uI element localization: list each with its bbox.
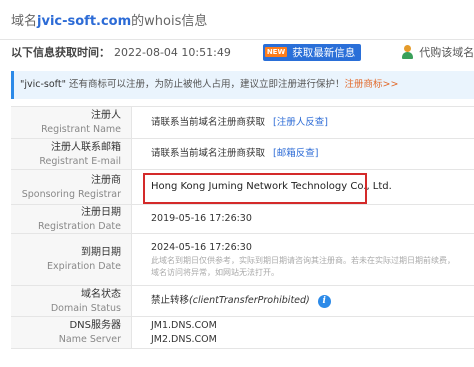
title-suffix: 的whois信息 — [131, 14, 208, 29]
label-zh: 域名状态 — [81, 288, 121, 300]
expiration-note: 此域名到期日仅供参考，实际到期日期请咨询其注册商。若未在实际过期日期前续费， — [151, 255, 455, 265]
label-zh: 注册商 — [91, 174, 121, 186]
status-code: (clientTransferProhibited) — [189, 295, 310, 306]
label-zh: 注册人联系邮箱 — [51, 141, 121, 153]
trademark-notice: "jvic-soft" 还有商标可以注册，为防止被他人占用，建议立即注册进行保护… — [11, 71, 474, 99]
email-lookup-link[interactable]: [邮箱反查] — [273, 148, 318, 159]
row-registrar: 注册商 Sponsoring Registrar Hong Kong Jumin… — [11, 170, 474, 205]
label-en: Registrant E-mail — [39, 155, 121, 167]
row-label: 域名状态 Domain Status — [11, 286, 132, 316]
row-expiration-date: 到期日期 Expiration Date 2024-05-16 17:26:30… — [11, 234, 474, 286]
expiration-note: 域名访问将异常，如网站无法打开。 — [151, 267, 279, 277]
notice-text: 还有商标可以注册，为防止被他人占用，建议立即注册进行保护！ — [65, 79, 345, 90]
row-value: 请联系当前域名注册商获取 [注册人反查] — [151, 107, 474, 138]
row-value: 2024-05-16 17:26:30 此域名到期日仅供参考，实际到期日期请咨询… — [151, 234, 474, 285]
row-value: 请联系当前域名注册商获取 [邮箱反查] — [151, 139, 474, 169]
fetch-time-label: 以下信息获取时间： — [11, 46, 110, 59]
buy-domain-label: 代购该域名 — [419, 46, 474, 59]
registrant-value: 请联系当前域名注册商获取 — [151, 116, 266, 128]
row-value: 2019-05-16 17:26:30 — [151, 205, 474, 233]
registration-date-value: 2019-05-16 17:26:30 — [151, 213, 252, 224]
label-en: Registrant Name — [41, 124, 121, 135]
label-en: Domain Status — [50, 302, 121, 314]
label-en: Sponsoring Registrar — [21, 188, 121, 200]
expiration-date-value: 2024-05-16 17:26:30 — [151, 241, 252, 253]
registrar-value: Hong Kong Juming Network Technology Co.,… — [151, 181, 392, 192]
email-value: 请联系当前域名注册商获取 — [151, 148, 266, 159]
label-en: Name Server — [58, 334, 121, 345]
refresh-label: 获取最新信息 — [292, 46, 356, 59]
page-title: 域名jvic-soft.com的whois信息 — [11, 10, 207, 29]
title-prefix: 域名 — [11, 14, 38, 29]
row-registration-date: 注册日期 Registration Date 2019-05-16 17:26:… — [11, 205, 474, 234]
row-registrant: 注册人 Registrant Name 请联系当前域名注册商获取 [注册人反查] — [11, 107, 474, 139]
row-label: 注册商 Sponsoring Registrar — [11, 170, 132, 204]
status-value: 禁止转移 — [151, 295, 190, 306]
registrant-lookup-link[interactable]: [注册人反查] — [273, 117, 328, 128]
fetch-info: 以下信息获取时间： 2022-08-04 10:51:49 NEW 获取最新信息… — [11, 43, 474, 61]
row-label: 注册日期 Registration Date — [11, 205, 132, 233]
label-zh: DNS服务器 — [69, 320, 121, 331]
name-server-2: JM2.DNS.COM — [151, 333, 217, 345]
row-label: 到期日期 Expiration Date — [11, 234, 132, 285]
row-name-server: DNS服务器 Name Server JM1.DNS.COM JM2.DNS.C… — [11, 317, 474, 349]
label-en: Expiration Date — [47, 261, 121, 272]
refresh-button[interactable]: NEW 获取最新信息 — [262, 43, 362, 61]
row-email: 注册人联系邮箱 Registrant E-mail 请联系当前域名注册商获取 [邮… — [11, 139, 474, 170]
label-en: Registration Date — [37, 220, 121, 232]
label-zh: 到期日期 — [81, 247, 121, 258]
info-icon[interactable]: i — [317, 294, 331, 308]
row-value: 禁止转移 (clientTransferProhibited) i — [151, 286, 474, 316]
title-domain[interactable]: jvic-soft.com — [37, 14, 131, 29]
title-bar: 域名jvic-soft.com的whois信息 — [0, 0, 474, 40]
register-trademark-link[interactable]: 注册商标>> — [345, 79, 399, 90]
row-label: 注册人 Registrant Name — [11, 107, 132, 138]
row-domain-status: 域名状态 Domain Status 禁止转移 (clientTransferPr… — [11, 286, 474, 317]
fetch-time-value: 2022-08-04 10:51:49 — [114, 45, 231, 59]
row-value: Hong Kong Juming Network Technology Co.,… — [151, 170, 474, 204]
row-label: 注册人联系邮箱 Registrant E-mail — [11, 139, 132, 169]
label-zh: 注册人 — [91, 110, 121, 121]
new-badge: NEW — [264, 47, 288, 57]
label-zh: 注册日期 — [81, 206, 121, 218]
notice-name: "jvic-soft" — [20, 79, 66, 90]
row-value: JM1.DNS.COM JM2.DNS.COM — [151, 317, 474, 348]
buy-domain-link[interactable]: 代购该域名 — [401, 44, 474, 60]
person-icon — [401, 45, 414, 59]
whois-table: 注册人 Registrant Name 请联系当前域名注册商获取 [注册人反查] … — [11, 106, 474, 349]
name-server-1: JM1.DNS.COM — [151, 319, 217, 331]
row-label: DNS服务器 Name Server — [11, 317, 132, 348]
